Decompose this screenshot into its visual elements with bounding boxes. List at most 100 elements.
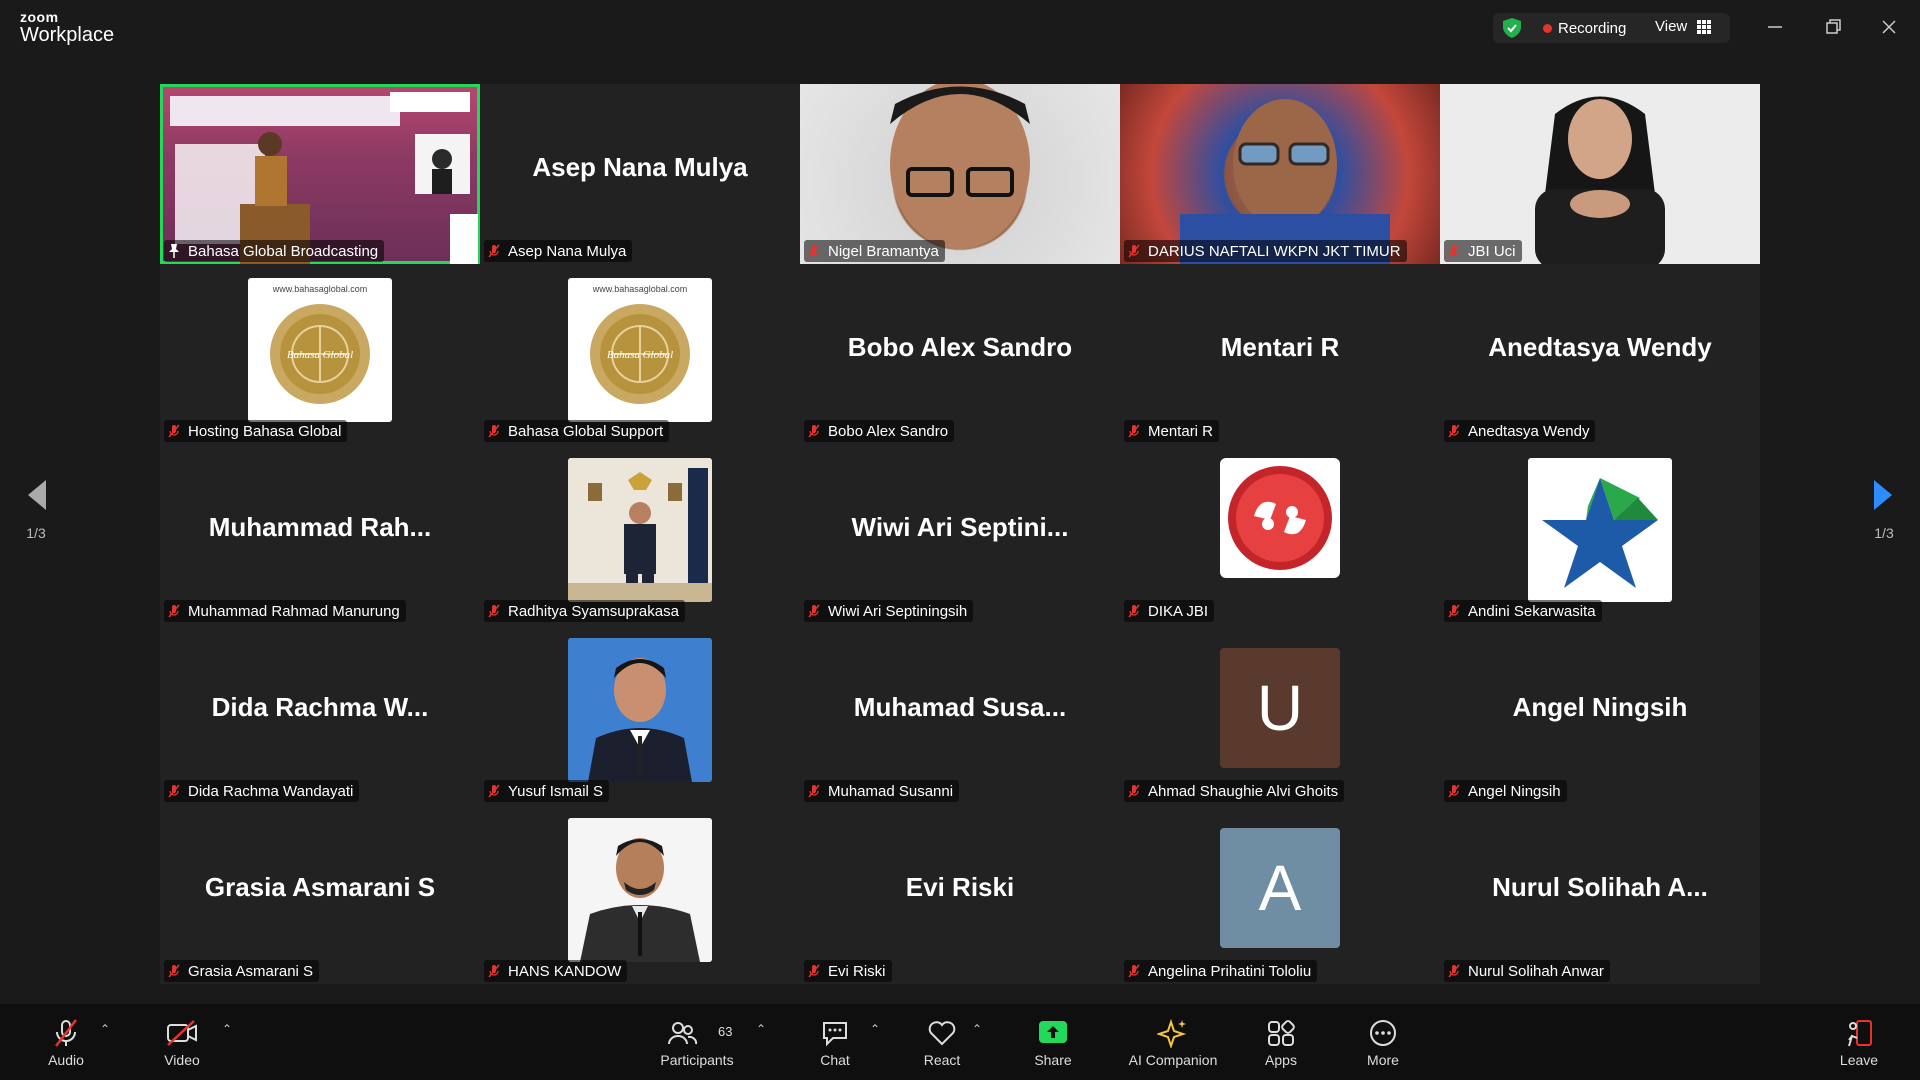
participant-tile[interactable]: Anedtasya Wendy Anedtasya Wendy (1440, 264, 1760, 444)
participant-name-tag: JBI Uci (1444, 240, 1522, 262)
participant-name: DIKA JBI (1148, 602, 1209, 620)
share-button[interactable]: Share (1028, 1018, 1078, 1068)
participant-name: JBI Uci (1468, 242, 1516, 260)
muted-microphone-icon (55, 1019, 77, 1047)
participant-name-tag: Bahasa Global Support (484, 420, 670, 442)
leave-icon (1848, 1020, 1872, 1047)
participant-tile[interactable]: Asep Nana Mulya Asep Nana Mulya (480, 84, 800, 264)
ai-companion-button[interactable]: AI Companion (1118, 1018, 1228, 1068)
muted-mic-icon (1448, 964, 1460, 978)
title-bar: zoom Workplace Recording View (0, 0, 1920, 56)
view-button[interactable]: View (1655, 18, 1712, 35)
apps-button[interactable]: Apps (1258, 1018, 1304, 1068)
participant-tile[interactable]: www.bahasaglobal.com Bahasa Global Hosti… (160, 264, 480, 444)
video-gallery: Bahasa Global Broadcasting Asep Nana Mul… (160, 84, 1760, 984)
participant-tile[interactable]: Muhammad Rah... Muhammad Rahmad Manurung (160, 444, 480, 624)
muted-mic-icon (488, 604, 500, 618)
share-screen-icon (1039, 1021, 1067, 1043)
profile-photo (568, 638, 712, 782)
participant-name-tag: DIKA JBI (1124, 600, 1215, 622)
leave-button[interactable]: Leave (1836, 1018, 1882, 1068)
participant-tile[interactable]: Angel Ningsih Angel Ningsih (1440, 624, 1760, 804)
participant-display-name: Grasia Asmarani S (204, 872, 436, 902)
participant-tile[interactable]: U Ahmad Shaughie Alvi Ghoits (1120, 624, 1440, 804)
participant-name-tag: Muhamad Susanni (804, 780, 960, 802)
profile-photo (1528, 458, 1672, 602)
participant-tile[interactable]: Dida Rachma W... Dida Rachma Wandayati (160, 624, 480, 804)
participant-tile[interactable]: Mentari R Mentari R (1120, 264, 1440, 444)
svg-text:Bahasa Global: Bahasa Global (607, 349, 673, 361)
participant-name-tag: Hosting Bahasa Global (164, 420, 348, 442)
svg-text:Bahasa Global: Bahasa Global (287, 349, 353, 361)
participant-name: Bobo Alex Sandro (828, 422, 949, 440)
logo-zoom-text: zoom (20, 9, 59, 25)
recording-dot-icon (1543, 24, 1552, 33)
participant-tile[interactable]: HANS KANDOW (480, 804, 800, 984)
participant-name: HANS KANDOW (508, 962, 622, 980)
participant-tile[interactable]: Bahasa Global Broadcasting (160, 84, 480, 264)
participant-name-tag: Muhammad Rahmad Manurung (164, 600, 406, 622)
participant-name: Dida Rachma Wandayati (188, 782, 354, 800)
next-page-button[interactable]: 1/3 (1864, 478, 1904, 541)
participant-name: Evi Riski (828, 962, 886, 980)
heart-icon (928, 1021, 956, 1046)
participant-tile[interactable]: A Angelina Prihatini Tololiu (1120, 804, 1440, 984)
seal-icon: Bahasa Global (590, 304, 690, 404)
encryption-shield-icon[interactable] (1501, 17, 1523, 39)
grid-view-icon (1697, 19, 1712, 34)
react-options-caret[interactable]: ⌃ (972, 1022, 982, 1036)
video-options-caret[interactable]: ⌃ (222, 1022, 232, 1036)
participant-name: Mentari R (1148, 422, 1214, 440)
muted-mic-icon (808, 784, 820, 798)
video-button[interactable]: Video (156, 1018, 208, 1068)
chat-options-caret[interactable]: ⌃ (870, 1022, 880, 1036)
participant-name-tag: Mentari R (1124, 420, 1220, 442)
participant-name: Yusuf Ismail S (508, 782, 604, 800)
participant-tile[interactable]: www.bahasaglobal.com Bahasa Global Bahas… (480, 264, 800, 444)
participant-display-name: Asep Nana Mulya (532, 152, 748, 182)
minimize-icon[interactable] (1760, 12, 1790, 42)
audio-button[interactable]: Audio (40, 1018, 92, 1068)
profile-photo (1220, 458, 1340, 578)
participant-tile[interactable]: Muhamad Susa... Muhamad Susanni (800, 624, 1120, 804)
react-button[interactable]: React (916, 1018, 968, 1068)
video-off-icon (167, 1020, 197, 1046)
video-label: Video (164, 1052, 200, 1068)
participant-tile[interactable]: Radhitya Syamsuprakasa (480, 444, 800, 624)
audio-options-caret[interactable]: ⌃ (100, 1022, 110, 1036)
participant-name-tag: Asep Nana Mulya (484, 240, 633, 262)
participant-tile[interactable]: Grasia Asmarani S Grasia Asmarani S (160, 804, 480, 984)
participant-name-tag: Grasia Asmarani S (164, 960, 320, 982)
participant-tile[interactable]: Wiwi Ari Septini... Wiwi Ari Septiningsi… (800, 444, 1120, 624)
restore-icon[interactable] (1818, 12, 1848, 42)
participants-options-caret[interactable]: ⌃ (756, 1022, 766, 1036)
close-icon[interactable] (1874, 12, 1904, 42)
previous-page-button[interactable]: 1/3 (16, 478, 56, 541)
participant-name-tag: HANS KANDOW (484, 960, 628, 982)
apps-label: Apps (1265, 1052, 1297, 1068)
participant-name: Angelina Prihatini Tololiu (1148, 962, 1312, 980)
more-button[interactable]: More (1360, 1018, 1406, 1068)
participant-tile[interactable]: Bobo Alex Sandro Bobo Alex Sandro (800, 264, 1120, 444)
more-icon (1370, 1020, 1396, 1046)
participant-tile[interactable]: Nurul Solihah A... Nurul Solihah Anwar (1440, 804, 1760, 984)
participant-tile[interactable]: JBI Uci (1440, 84, 1760, 264)
participant-display-name: Dida Rachma W... (211, 692, 429, 722)
recording-indicator[interactable]: Recording (1543, 20, 1626, 37)
star-logo-icon (1542, 478, 1658, 588)
meeting-status-bar: Recording View (1493, 13, 1730, 43)
muted-mic-icon (488, 964, 500, 978)
participant-tile[interactable]: Evi Riski Evi Riski (800, 804, 1120, 984)
participant-tile[interactable]: Nigel Bramantya (800, 84, 1120, 264)
muted-mic-icon (1448, 424, 1460, 438)
participant-name-tag: Andini Sekarwasita (1444, 600, 1602, 622)
participant-tile[interactable]: DIKA JBI (1120, 444, 1440, 624)
participant-tile[interactable]: DARIUS NAFTALI WKPN JKT TIMUR (1120, 84, 1440, 264)
participant-name: Bahasa Global Broadcasting (188, 242, 379, 260)
participant-tile[interactable]: Yusuf Ismail S (480, 624, 800, 804)
page-indicator-right: 1/3 (1874, 525, 1894, 541)
chat-button[interactable]: Chat (812, 1018, 858, 1068)
participant-display-name: Mentari R (1220, 332, 1340, 362)
video-feed (890, 84, 1030, 249)
participant-tile[interactable]: Andini Sekarwasita (1440, 444, 1760, 624)
